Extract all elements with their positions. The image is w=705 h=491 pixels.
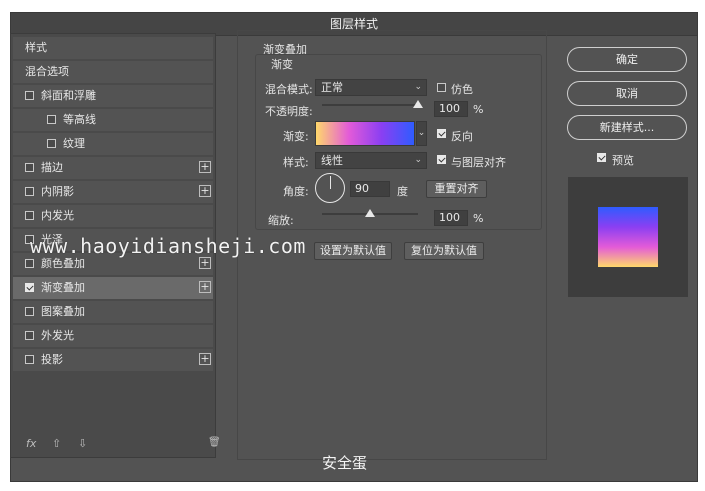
style-checkbox[interactable]: [25, 307, 34, 316]
move-up-icon[interactable]: ⇧: [52, 437, 61, 450]
style-select[interactable]: 线性 ⌄: [315, 152, 427, 169]
style-list-item[interactable]: 投影 +: [13, 349, 213, 371]
opacity-slider-track[interactable]: [322, 104, 418, 106]
align-with-layer-checkbox[interactable]: [437, 155, 446, 164]
trash-icon[interactable]: 🗑: [208, 437, 221, 448]
scale-unit: %: [473, 212, 484, 225]
style-list-label: 描边: [41, 161, 63, 174]
style-list-item[interactable]: 等高线: [13, 109, 213, 131]
add-effect-icon[interactable]: +: [199, 257, 211, 269]
style-list-item[interactable]: 图案叠加: [13, 301, 213, 323]
reset-align-button[interactable]: 重置对齐: [426, 180, 487, 198]
style-list-label: 渐变叠加: [41, 281, 85, 294]
reverse-label: 反向: [451, 130, 473, 143]
style-list-item[interactable]: 内发光: [13, 205, 213, 227]
dither-label: 仿色: [451, 83, 473, 96]
angle-label: 角度:: [283, 185, 309, 198]
move-down-icon[interactable]: ⇩: [78, 437, 87, 450]
reverse-checkbox[interactable]: [437, 129, 446, 138]
preview-swatch: [598, 207, 658, 267]
blend-mode-select[interactable]: 正常 ⌄: [315, 79, 427, 96]
align-with-layer-label: 与图层对齐: [451, 156, 506, 169]
style-list-label: 投影: [41, 353, 63, 366]
blend-mode-value: 正常: [321, 81, 343, 94]
group-title: 渐变: [271, 58, 293, 71]
set-default-button[interactable]: 设置为默认值: [314, 242, 392, 260]
opacity-unit: %: [473, 103, 484, 116]
style-list-item[interactable]: 内阴影 +: [13, 181, 213, 203]
gradient-swatch[interactable]: [315, 121, 415, 146]
style-list-label: 外发光: [41, 329, 74, 342]
blend-mode-label: 混合模式:: [265, 83, 313, 96]
style-checkbox[interactable]: [25, 283, 34, 292]
style-list-label: 内阴影: [41, 185, 74, 198]
preview-checkbox[interactable]: [597, 153, 606, 162]
style-checkbox[interactable]: [25, 259, 34, 268]
style-list-label: 等高线: [63, 113, 96, 126]
chevron-down-icon: ⌄: [414, 82, 422, 92]
style-list-item[interactable]: 渐变叠加 +: [13, 277, 213, 299]
gradient-picker-chevron-icon[interactable]: ⌄: [416, 121, 427, 146]
style-checkbox[interactable]: [47, 139, 56, 148]
style-checkbox[interactable]: [25, 187, 34, 196]
style-list-item[interactable]: 纹理: [13, 133, 213, 155]
chevron-down-icon: ⌄: [414, 155, 422, 165]
style-list-item[interactable]: 斜面和浮雕: [13, 85, 213, 107]
opacity-slider-thumb[interactable]: [413, 100, 423, 108]
dither-checkbox[interactable]: [437, 83, 446, 92]
add-effect-icon[interactable]: +: [199, 161, 211, 173]
preview-label: 预览: [612, 154, 634, 167]
style-label: 样式:: [283, 156, 309, 169]
add-effect-icon[interactable]: +: [199, 281, 211, 293]
style-list-item[interactable]: 外发光: [13, 325, 213, 347]
style-checkbox[interactable]: [25, 211, 34, 220]
angle-dial[interactable]: [315, 173, 345, 203]
fx-icon[interactable]: fx: [26, 437, 36, 450]
angle-unit: 度: [397, 185, 408, 198]
style-list-label: 样式: [25, 41, 47, 54]
style-list-label: 内发光: [41, 209, 74, 222]
style-list-footer: fx ⇧ ⇩ 🗑: [12, 437, 221, 455]
opacity-label: 不透明度:: [265, 105, 313, 118]
cancel-button[interactable]: 取消: [567, 81, 687, 106]
add-effect-icon[interactable]: +: [199, 353, 211, 365]
style-list-label: 纹理: [63, 137, 85, 150]
new-style-button[interactable]: 新建样式...: [567, 115, 687, 140]
style-list-label: 图案叠加: [41, 305, 85, 318]
gradient-label: 渐变:: [283, 130, 309, 143]
style-checkbox[interactable]: [25, 355, 34, 364]
angle-input[interactable]: 90: [350, 181, 390, 197]
scale-label: 缩放:: [268, 214, 294, 227]
style-checkbox[interactable]: [47, 115, 56, 124]
scale-slider-thumb[interactable]: [365, 209, 375, 217]
style-list-label: 混合选项: [25, 65, 69, 78]
watermark-text: www.haoyidiansheji.com: [30, 234, 306, 258]
style-list-item[interactable]: 混合选项: [13, 61, 213, 83]
style-value: 线性: [321, 154, 343, 167]
caption-text: 安全蛋: [322, 454, 368, 472]
scale-input[interactable]: 100: [434, 210, 468, 226]
style-preview: [568, 177, 688, 297]
style-checkbox[interactable]: [25, 91, 34, 100]
add-effect-icon[interactable]: +: [199, 185, 211, 197]
style-list-item[interactable]: 描边 +: [13, 157, 213, 179]
style-list-label: 斜面和浮雕: [41, 89, 96, 102]
style-checkbox[interactable]: [25, 163, 34, 172]
style-checkbox[interactable]: [25, 331, 34, 340]
opacity-input[interactable]: 100: [434, 101, 468, 117]
style-list-item[interactable]: 样式: [13, 37, 213, 59]
reset-default-button[interactable]: 复位为默认值: [404, 242, 484, 260]
ok-button[interactable]: 确定: [567, 47, 687, 72]
